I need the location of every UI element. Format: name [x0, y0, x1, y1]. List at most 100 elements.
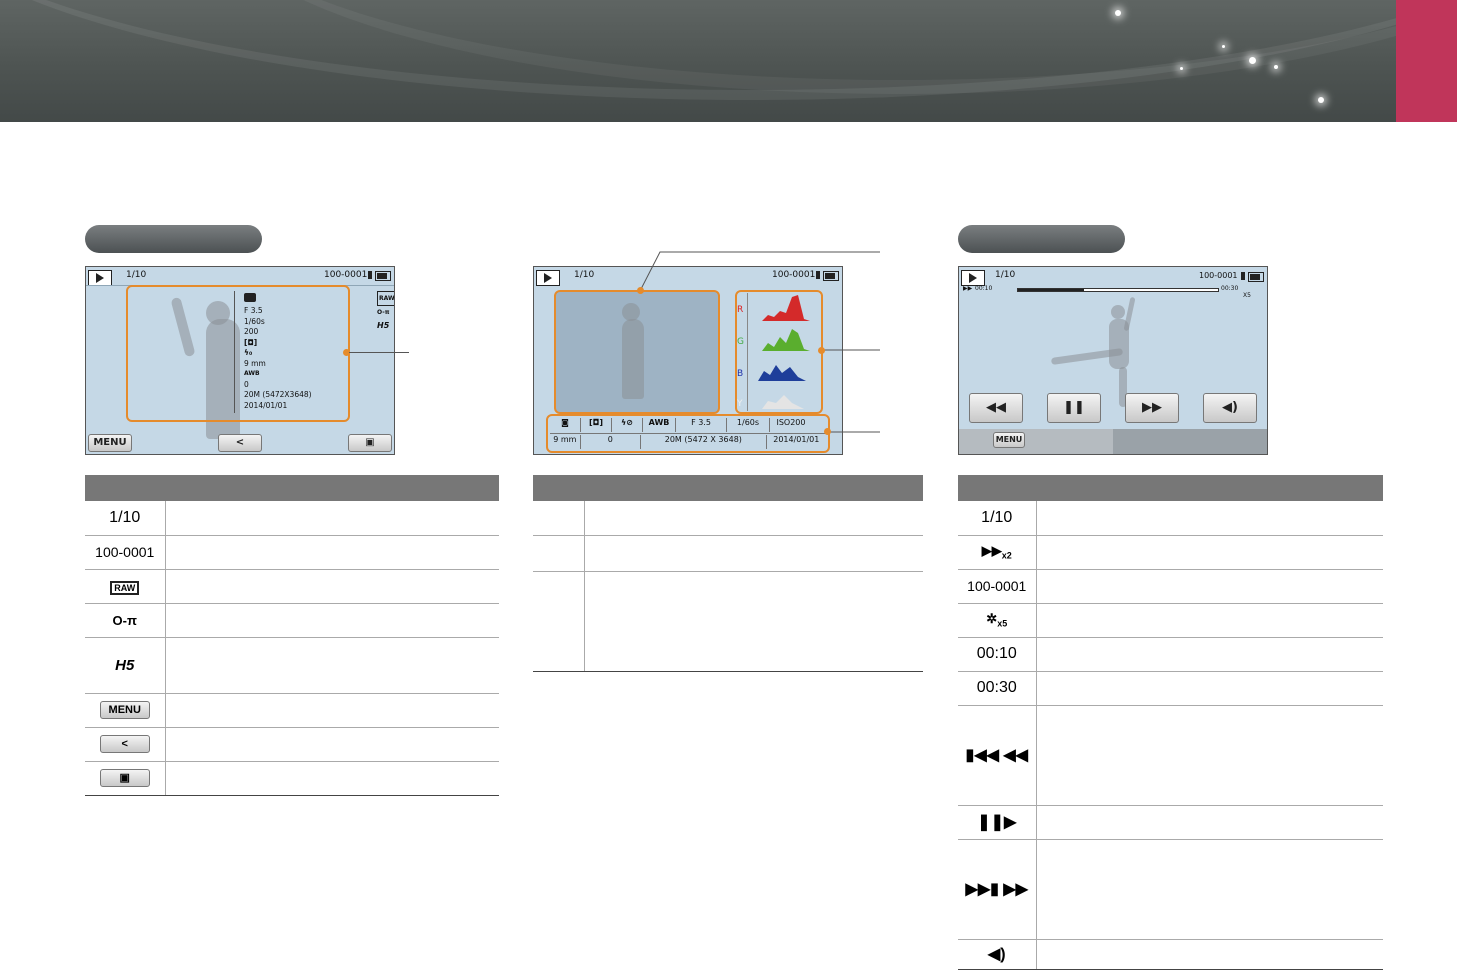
sparkle	[1222, 45, 1225, 48]
header-banner	[0, 0, 1457, 122]
desc-cell	[1036, 535, 1383, 570]
video-counter: 1/10	[995, 270, 1016, 280]
time-total: 00:30	[1221, 285, 1239, 292]
desc-cell	[165, 569, 499, 604]
aperture-value: F 3.5	[244, 306, 263, 315]
table-row: RAW	[85, 569, 499, 604]
desc-cell	[165, 761, 499, 796]
playback-mode-icon	[961, 270, 985, 286]
callout-dot	[824, 428, 831, 435]
speed-subscript: x5	[997, 618, 1008, 629]
header-desc-col	[1036, 475, 1383, 501]
rewind-button[interactable]: ◀◀	[969, 393, 1023, 423]
table-row: 1/10	[85, 501, 499, 536]
icon-cell: RAW	[85, 569, 166, 604]
desc-cell	[584, 571, 923, 672]
play-pause-icon: ❚❚▶	[958, 805, 1037, 840]
icon-cell: 100-0001	[958, 569, 1037, 604]
icon-cell: 00:10	[958, 637, 1037, 672]
table-row: ✲x5	[958, 603, 1383, 638]
playback-mode-icon	[536, 270, 560, 286]
volume-icon: ◀)	[958, 939, 1037, 970]
speed-subscript: x2	[1001, 550, 1012, 561]
table-row: MENU	[85, 693, 499, 728]
section-pill-photo	[85, 225, 262, 253]
desc-cell	[165, 501, 499, 536]
icon-cell: 1/10	[85, 501, 166, 536]
header-number-col	[533, 475, 584, 501]
table-row: ▣	[85, 761, 499, 796]
desc-cell	[1036, 805, 1383, 840]
progress-track[interactable]	[1017, 288, 1219, 292]
table-row: H5	[85, 637, 499, 694]
h5-icon: H5	[377, 321, 390, 330]
icon-cell: ▣	[85, 761, 166, 796]
icon-cell: <	[85, 727, 166, 762]
icon-cell: 1/10	[958, 501, 1037, 536]
progress-fill	[1018, 289, 1084, 291]
speed-icon: ▶▶	[963, 285, 973, 292]
memory-card-icon	[1241, 272, 1245, 280]
status-icons: RAW O-π H5	[377, 291, 394, 332]
h5-icon: H5	[85, 637, 166, 694]
info-callout-frame	[126, 285, 350, 422]
section-pill-video	[958, 225, 1125, 253]
menu-button-icon: MENU	[99, 701, 150, 719]
desc-cell	[1036, 501, 1383, 536]
desc-cell	[1036, 939, 1383, 970]
table-header	[85, 475, 499, 501]
thumbnail-button-icon: ▣	[99, 769, 150, 787]
slow-motion-speed: X5	[1243, 292, 1251, 299]
desc-cell	[1036, 839, 1383, 940]
back-button-icon: <	[99, 735, 150, 753]
table-row: 00:30	[958, 671, 1383, 706]
desc-cell	[1036, 569, 1383, 604]
table-row: <	[85, 727, 499, 762]
photo-playback-screen: 1/10 100-0001 F 3.5 1/60s 200 [◘] ϟ₀ 9 m…	[85, 266, 395, 455]
pause-button[interactable]: ❚❚	[1047, 393, 1101, 423]
back-button[interactable]: <	[218, 434, 262, 452]
table-row	[533, 535, 923, 572]
header-icon-col	[85, 475, 165, 501]
desc-cell	[1036, 603, 1383, 638]
table-row: ▶▶▮ ▶▶	[958, 839, 1383, 940]
thumbnail-button[interactable]: ▣	[348, 434, 392, 452]
menu-button[interactable]: MENU	[88, 434, 132, 452]
table-row: ▶▶x2	[958, 535, 1383, 570]
dancer-head	[1111, 305, 1125, 319]
silhouette-head	[622, 303, 640, 321]
menu-button[interactable]: MENU	[993, 432, 1025, 448]
table-row: 100-0001	[958, 569, 1383, 604]
table-row: 1/10	[958, 501, 1383, 536]
sparkle	[1180, 67, 1183, 70]
table-row: 100-0001	[85, 535, 499, 570]
time-current: 00:10	[975, 285, 993, 292]
video-playback-screen: 1/10 100-0001 ▶▶ 00:10 00:30 X5 ◀◀ ❚❚ ▶▶…	[958, 266, 1268, 455]
table-row: ◀)	[958, 939, 1383, 970]
callout-dot	[818, 347, 825, 354]
focal-length: 9 mm	[244, 358, 266, 368]
shutter-speed: 1/60s	[244, 316, 265, 326]
metering-icon: [◘]	[581, 418, 612, 432]
table-row	[533, 571, 923, 672]
desc-cell	[165, 727, 499, 762]
memory-card-icon	[368, 271, 372, 279]
desc-cell	[1036, 705, 1383, 806]
desc-cell	[165, 637, 499, 694]
histogram-callout-table	[533, 475, 923, 672]
table-header	[533, 475, 923, 501]
camera-icon	[244, 293, 256, 302]
protect-key-icon: O-π	[377, 309, 390, 316]
number-cell	[533, 571, 585, 672]
callout-line	[349, 352, 409, 353]
fast-forward-button[interactable]: ▶▶	[1125, 393, 1179, 423]
bottom-bar-highlight	[959, 429, 1113, 454]
camera-icon: ◙	[550, 418, 581, 432]
callout-lines	[640, 251, 880, 433]
sparkle	[1318, 97, 1324, 103]
desc-cell	[584, 501, 923, 536]
volume-button[interactable]: ◀)	[1203, 393, 1257, 423]
number-cell	[533, 501, 585, 536]
flash-off-icon: ϟ⊘	[612, 418, 643, 432]
flash-icon: ϟ₀	[244, 348, 253, 357]
